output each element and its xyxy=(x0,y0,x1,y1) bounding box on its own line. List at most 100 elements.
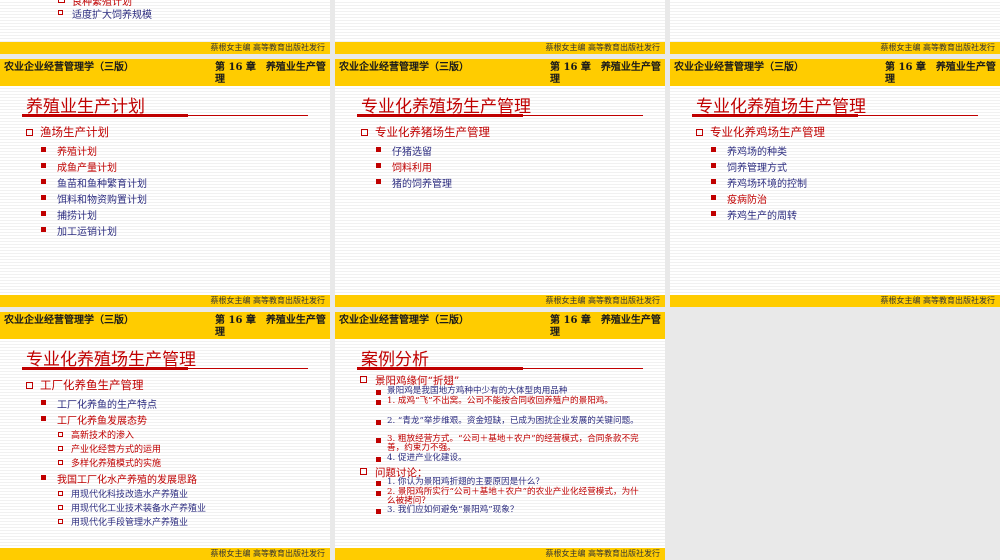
chapter-title: 第 16 章 养殖业生产管理 xyxy=(215,62,326,85)
title-underline xyxy=(22,367,188,370)
bullet-icon xyxy=(41,195,46,200)
title-rule xyxy=(523,115,643,116)
bullet-icon xyxy=(41,475,46,480)
slide-footer: 蔡根女主编 高等教育出版社发行 xyxy=(335,42,665,54)
slide-top-middle-partial: 蔡根女主编 高等教育出版社发行 xyxy=(335,0,665,54)
list-item: 仔猪选留 xyxy=(392,147,432,158)
bullet-icon xyxy=(711,163,716,168)
book-title: 农业企业经营管理学（三版） xyxy=(4,62,134,73)
list-heading: 专业化养鸡场生产管理 xyxy=(710,125,825,139)
bullet-icon xyxy=(711,147,716,152)
slide-footer: 蔡根女主编 高等教育出版社发行 xyxy=(670,295,1000,307)
discussion-question: 3. 我们应如何避免“景阳鸡”现象？ xyxy=(387,505,519,515)
book-title: 农业企业经营管理学（三版） xyxy=(339,315,469,326)
bullet-icon xyxy=(376,438,381,443)
slide-fishery-plan[interactable]: 农业企业经营管理学（三版） 第 16 章 养殖业生产管理 养殖业生产计划 渔场生… xyxy=(0,59,330,307)
bullet-icon xyxy=(41,179,46,184)
book-title: 农业企业经营管理学（三版） xyxy=(674,62,804,73)
slide-case-study[interactable]: 农业企业经营管理学（三版） 第 16 章 养殖业生产管理 案例分析 景阳鸡缘何“… xyxy=(335,312,665,560)
slide-chicken-farm[interactable]: 农业企业经营管理学（三版） 第 16 章 养殖业生产管理 专业化养殖场生产管理 … xyxy=(670,59,1000,307)
slide-factory-fish[interactable]: 农业企业经营管理学（三版） 第 16 章 养殖业生产管理 专业化养殖场生产管理 … xyxy=(0,312,330,560)
bullet-icon xyxy=(41,416,46,421)
bullet-square-icon xyxy=(26,129,33,136)
bullet-icon xyxy=(376,400,381,405)
bullet-icon xyxy=(41,227,46,232)
bullet-icon xyxy=(376,163,381,168)
slide-footer: 蔡根女主编 高等教育出版社发行 xyxy=(0,42,330,54)
list-item: 适度扩大饲养规模 xyxy=(72,10,152,21)
bullet-icon xyxy=(41,147,46,152)
list-item: 养鸡生产的周转 xyxy=(727,211,797,222)
slide-footer: 蔡根女主编 高等教育出版社发行 xyxy=(335,548,665,560)
chapter-title: 第 16 章 养殖业生产管理 xyxy=(550,315,661,338)
bullet-square-icon xyxy=(58,432,63,437)
bullet-icon xyxy=(376,420,381,425)
chapter-title: 第 16 章 养殖业生产管理 xyxy=(550,62,661,85)
list-subitem: 用现代化科技改造水产养殖业 xyxy=(71,490,189,500)
title-underline xyxy=(357,114,523,117)
bullet-icon xyxy=(376,390,381,395)
slide-footer: 蔡根女主编 高等教育出版社发行 xyxy=(670,42,1000,54)
slide-header: 农业企业经营管理学（三版） 第 16 章 养殖业生产管理 xyxy=(335,312,665,339)
bullet-square-icon xyxy=(58,491,63,496)
title-underline xyxy=(22,114,188,117)
case-point: 4. 促进产业化建设。 xyxy=(387,453,467,463)
list-item: 成鱼产量计划 xyxy=(57,163,117,174)
list-heading: 专业化养猪场生产管理 xyxy=(375,125,490,139)
discussion-question: 1. 你认为景阳鸡折翅的主要原因是什么？ xyxy=(387,477,545,487)
bullet-square-icon xyxy=(58,460,63,465)
book-title: 农业企业经营管理学（三版） xyxy=(4,315,134,326)
title-rule xyxy=(188,368,308,369)
list-item: 养殖计划 xyxy=(57,147,97,158)
slide-pig-farm[interactable]: 农业企业经营管理学（三版） 第 16 章 养殖业生产管理 专业化养殖场生产管理 … xyxy=(335,59,665,307)
title-rule xyxy=(188,115,308,116)
bullet-icon xyxy=(711,179,716,184)
case-point: 景阳鸡是我国地方鸡种中少有的大体型肉用品种 xyxy=(387,386,568,396)
slide-header: 农业企业经营管理学（三版） 第 16 章 养殖业生产管理 xyxy=(0,312,330,339)
bullet-square-icon xyxy=(696,129,703,136)
bullet-square-icon xyxy=(360,468,367,475)
bullet-square-icon xyxy=(360,376,367,383)
bullet-square-icon xyxy=(58,505,63,510)
list-item: 饵料和物资购置计划 xyxy=(57,195,147,206)
list-subitem: 产业化经营方式的运用 xyxy=(71,445,162,455)
list-item: 鱼苗和鱼种繁育计划 xyxy=(57,179,147,190)
list-subitem: 用现代化手段管理水产养殖业 xyxy=(71,518,189,528)
bullet-square-icon xyxy=(58,0,65,3)
bullet-square-icon xyxy=(58,446,63,451)
title-underline xyxy=(357,367,523,370)
bullet-icon xyxy=(376,147,381,152)
title-rule xyxy=(858,115,978,116)
slide-footer: 蔡根女主编 高等教育出版社发行 xyxy=(0,295,330,307)
list-item: 养鸡场的种类 xyxy=(727,147,787,158)
bullet-icon xyxy=(41,211,46,216)
list-item: 疫病防治 xyxy=(727,195,767,206)
bullet-icon xyxy=(376,457,381,462)
book-title: 农业企业经营管理学（三版） xyxy=(339,62,469,73)
title-underline xyxy=(692,114,858,117)
bullet-icon xyxy=(711,195,716,200)
bullet-icon xyxy=(376,179,381,184)
list-item: 工厂化养鱼发展态势 xyxy=(57,416,147,427)
chapter-title: 第 16 章 养殖业生产管理 xyxy=(215,315,326,338)
case-point: 2. “青龙”举步维艰。资金短缺，已成为困扰企业发展的关键问题。 xyxy=(387,416,639,426)
list-item: 我国工厂化水产养殖的发展思路 xyxy=(57,475,197,486)
list-item: 工厂化养鱼的生产特点 xyxy=(57,400,157,411)
slide-top-left-partial: 良种繁殖计划 适度扩大饲养规模 蔡根女主编 高等教育出版社发行 xyxy=(0,0,330,54)
discussion-question: 2. 景阳鸡所实行“公司＋基地＋农户”的农业产业化经营模式，为什么被拷问？ xyxy=(387,487,639,507)
bullet-icon xyxy=(711,211,716,216)
bullet-icon xyxy=(41,400,46,405)
bullet-square-icon xyxy=(58,519,63,524)
slide-header: 农业企业经营管理学（三版） 第 16 章 养殖业生产管理 xyxy=(0,59,330,86)
case-point: 3. 粗放经营方式。“公司＋基地＋农户”的经营模式，合同条款不完善，约束力不强。 xyxy=(387,434,639,454)
list-item: 养鸡场环境的控制 xyxy=(727,179,807,190)
list-item: 加工运销计划 xyxy=(57,227,117,238)
bullet-icon xyxy=(41,163,46,168)
slide-footer: 蔡根女主编 高等教育出版社发行 xyxy=(0,548,330,560)
slide-header: 农业企业经营管理学（三版） 第 16 章 养殖业生产管理 xyxy=(335,59,665,86)
chapter-title: 第 16 章 养殖业生产管理 xyxy=(885,62,996,85)
list-subitem: 用现代化工业技术装备水产养殖业 xyxy=(71,504,207,514)
bullet-square-icon xyxy=(26,382,33,389)
bullet-icon xyxy=(376,481,381,486)
bullet-square-icon xyxy=(58,10,63,15)
